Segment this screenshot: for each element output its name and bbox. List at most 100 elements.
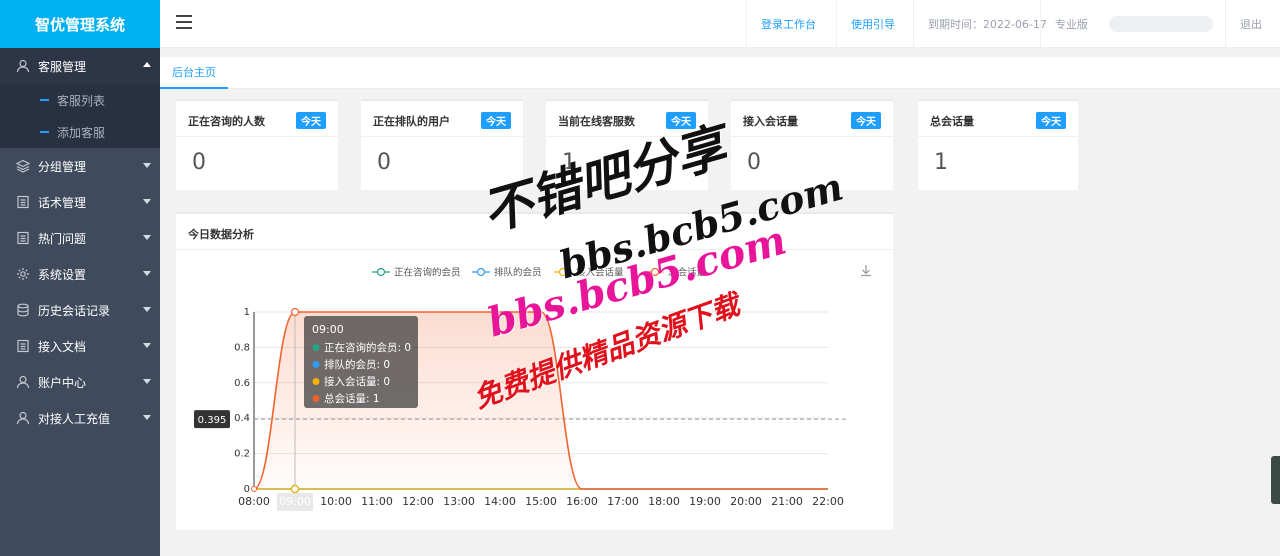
legend-marker: [476, 267, 486, 277]
chevron-down-icon: [143, 271, 151, 276]
stat-card-badge: 今天: [481, 112, 511, 129]
user-icon: [16, 375, 30, 389]
stat-card-title: 总会话量: [930, 115, 974, 128]
side-scroll-handle[interactable]: [1271, 456, 1280, 504]
chevron-up-icon: [143, 62, 151, 67]
guide-link[interactable]: 使用引导: [836, 0, 909, 48]
stat-card: 正在咨询的人数 今天 0: [176, 99, 338, 190]
stat-card-value: 1: [934, 150, 948, 175]
analysis-title: 今日数据分析: [188, 228, 254, 241]
x-tick-label: 19:00: [689, 495, 721, 508]
tooltip-line: 正在咨询的会员: 0: [324, 341, 411, 354]
user-name-placeholder[interactable]: [1109, 16, 1213, 32]
document-icon: [16, 195, 30, 209]
chevron-down-icon: [143, 235, 151, 240]
sidebar-item[interactable]: 热门问题: [0, 220, 160, 256]
sidebar-item[interactable]: 分组管理: [0, 148, 160, 184]
legend-label: 接入会话量: [576, 267, 624, 279]
y-tick-label: 0.6: [234, 378, 250, 389]
layers-icon: [16, 159, 30, 173]
document-icon: [16, 231, 30, 245]
sidebar-item-label: 接入文档: [38, 339, 87, 354]
x-tick-label: 09:00: [279, 495, 311, 508]
tooltip-marker: [312, 361, 320, 368]
x-tick-label: 18:00: [648, 495, 680, 508]
y-tick-label: 0.4: [234, 413, 250, 424]
sidebar-item[interactable]: 历史会话记录: [0, 292, 160, 328]
stat-card-value: 0: [192, 150, 206, 175]
tab-bar: 后台主页: [160, 57, 1280, 89]
sidebar-subitem[interactable]: 客服列表: [0, 84, 160, 116]
legend-label: 排队的会员: [494, 267, 542, 279]
download-icon[interactable]: [861, 265, 871, 277]
x-tick-label: 17:00: [607, 495, 639, 508]
chevron-down-icon: [143, 307, 151, 312]
sidebar-submenu: 客服列表 添加客服: [0, 84, 160, 148]
chevron-down-icon: [143, 199, 151, 204]
stat-card-value: 1: [562, 150, 576, 175]
chevron-down-icon: [143, 163, 151, 168]
sidebar-item-label: 账户中心: [38, 375, 87, 390]
sidebar-item-label: 分组管理: [38, 159, 87, 174]
sidebar-item-label: 客服管理: [38, 59, 87, 74]
sidebar-item-label: 历史会话记录: [38, 303, 111, 318]
data-point: [251, 486, 257, 492]
logout-link[interactable]: 退出: [1225, 0, 1276, 48]
tab-home[interactable]: 后台主页: [160, 57, 228, 89]
x-tick-label: 13:00: [443, 495, 475, 508]
edition-label: 专业版: [1040, 0, 1102, 48]
legend-label: 总会话量: [668, 267, 707, 279]
app-logo[interactable]: 智优管理系统: [0, 0, 160, 48]
today-line-chart[interactable]: 0 0.2 0.4 0.6 0.8 1 08:00 09:00 10:00 11:00 12:00 1…: [176, 252, 893, 532]
data-point: [290, 484, 300, 494]
legend-label: 正在咨询的会员: [394, 267, 461, 279]
tooltip-marker: [312, 378, 320, 385]
y-tick-label: 0: [244, 484, 250, 495]
x-tick-label: 10:00: [320, 495, 352, 508]
y-tick-label: 0.8: [234, 342, 250, 353]
tooltip-title: 09:00: [312, 323, 344, 336]
x-tick-label: 22:00: [812, 495, 844, 508]
sidebar-item[interactable]: 账户中心: [0, 364, 160, 400]
x-tick-label: 15:00: [525, 495, 557, 508]
legend-marker: [650, 267, 660, 277]
dash-icon: [40, 99, 49, 101]
stat-card-title: 接入会话量: [743, 115, 798, 128]
sidebar-item[interactable]: 客服管理: [0, 48, 160, 84]
stat-card: 总会话量 今天 1: [918, 99, 1078, 190]
chevron-down-icon: [143, 415, 151, 420]
y-tick-label: 0.2: [234, 449, 250, 460]
tooltip-marker: [312, 344, 320, 351]
data-point: [290, 307, 300, 317]
stat-card: 正在排队的用户 今天 0: [361, 99, 523, 190]
user-icon: [16, 59, 30, 73]
stat-card-badge: 今天: [851, 112, 881, 129]
tooltip-marker: [312, 395, 320, 402]
database-icon: [16, 303, 30, 317]
sidebar-item-label: 话术管理: [38, 195, 87, 210]
sidebar: 智优管理系统 客服管理客服列表添加客服分组管理话术管理热门问题 系统设置历史会话记…: [0, 0, 160, 556]
stat-card: 当前在线客服数 今天 1: [546, 99, 708, 190]
x-tick-label: 12:00: [402, 495, 434, 508]
workbench-link[interactable]: 登录工作台: [746, 0, 830, 48]
sidebar-menu: 客服管理客服列表添加客服分组管理话术管理热门问题 系统设置历史会话记录 接入文档账户…: [0, 48, 160, 436]
sidebar-subitem-label: 客服列表: [57, 93, 106, 108]
gear-icon: [16, 267, 30, 281]
sidebar-subitem-label: 添加客服: [57, 125, 106, 140]
chevron-down-icon: [143, 379, 151, 384]
stat-card-title: 当前在线客服数: [558, 115, 635, 128]
sidebar-subitem[interactable]: 添加客服: [0, 116, 160, 148]
dash-icon: [40, 131, 49, 133]
axis-pointer-label: 0.395: [198, 415, 227, 426]
sidebar-item[interactable]: 接入文档: [0, 328, 160, 364]
sidebar-item[interactable]: 系统设置: [0, 256, 160, 292]
stat-card: 接入会话量 今天 0: [731, 99, 893, 190]
top-header: 登录工作台 使用引导 到期时间：2022-06-17 专业版 退出: [160, 0, 1280, 48]
stat-card-badge: 今天: [296, 112, 326, 129]
tooltip-line: 接入会话量: 0: [324, 375, 390, 388]
expiry-date: 到期时间：2022-06-17: [913, 0, 1061, 48]
sidebar-item[interactable]: 对接人工充值: [0, 400, 160, 436]
menu-toggle-icon[interactable]: [176, 15, 192, 31]
sidebar-item[interactable]: 话术管理: [0, 184, 160, 220]
x-tick-label: 21:00: [771, 495, 803, 508]
